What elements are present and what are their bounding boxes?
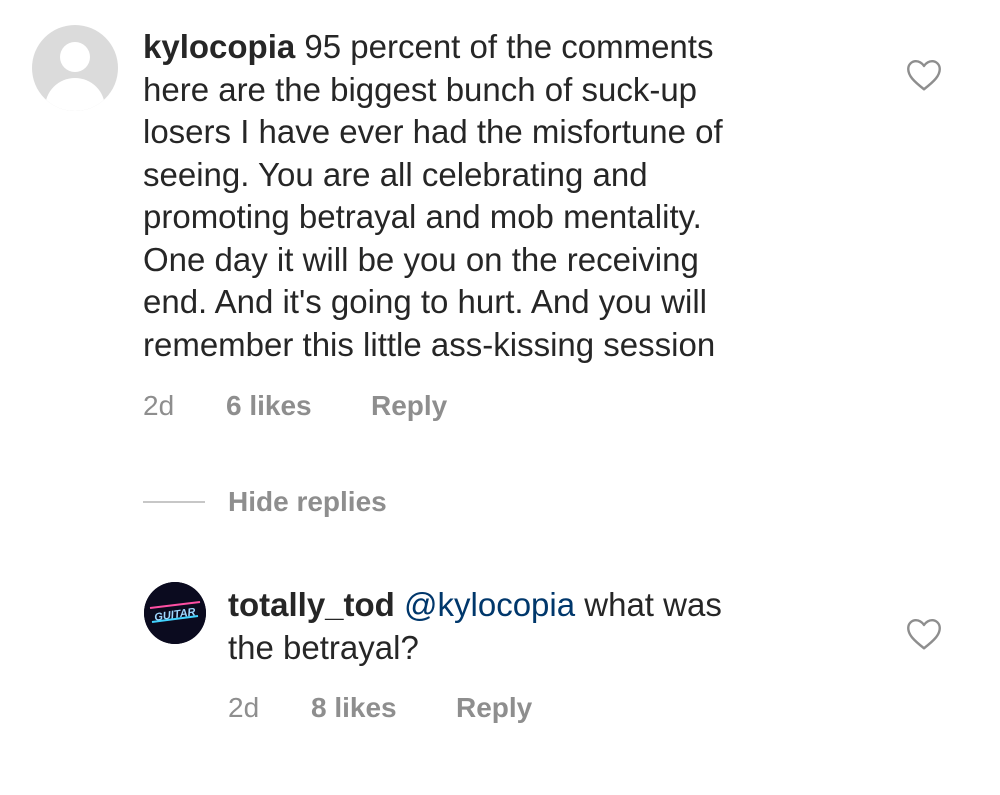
- default-user-avatar-icon[interactable]: [32, 25, 118, 111]
- reply-mention-link[interactable]: @kylocopia: [404, 586, 575, 623]
- comment-username[interactable]: kylocopia: [143, 28, 295, 65]
- comment-timestamp: 2d: [143, 390, 175, 421]
- replies-divider-line: [143, 501, 205, 503]
- comment-text: 95 percent of the comments here are the …: [143, 28, 723, 363]
- avatar-head-shape: [60, 42, 90, 72]
- comment-body: kylocopia 95 percent of the comments her…: [143, 26, 863, 366]
- guitar-logo-avatar-icon[interactable]: GUITAR: [144, 582, 206, 644]
- guitar-logo-graphic: GUITAR: [144, 582, 206, 644]
- avatar-shoulders-shape: [45, 78, 105, 111]
- reply-button[interactable]: Reply: [456, 692, 532, 724]
- comment-meta: 2d 6 likes Reply: [143, 390, 447, 422]
- hide-replies-toggle[interactable]: Hide replies: [143, 486, 387, 518]
- reply-timestamp: 2d: [228, 692, 260, 723]
- reply-likes-count[interactable]: 8 likes: [311, 692, 456, 724]
- reply-button[interactable]: Reply: [371, 390, 447, 422]
- like-heart-icon[interactable]: [906, 617, 942, 651]
- reply-body: totally_tod @kylocopia what was the betr…: [228, 584, 878, 669]
- like-heart-icon[interactable]: [906, 58, 942, 92]
- reply-meta: 2d 8 likes Reply: [228, 692, 532, 724]
- reply-username[interactable]: totally_tod: [228, 586, 395, 623]
- hide-replies-label[interactable]: Hide replies: [228, 486, 387, 518]
- comment-likes-count[interactable]: 6 likes: [226, 390, 371, 422]
